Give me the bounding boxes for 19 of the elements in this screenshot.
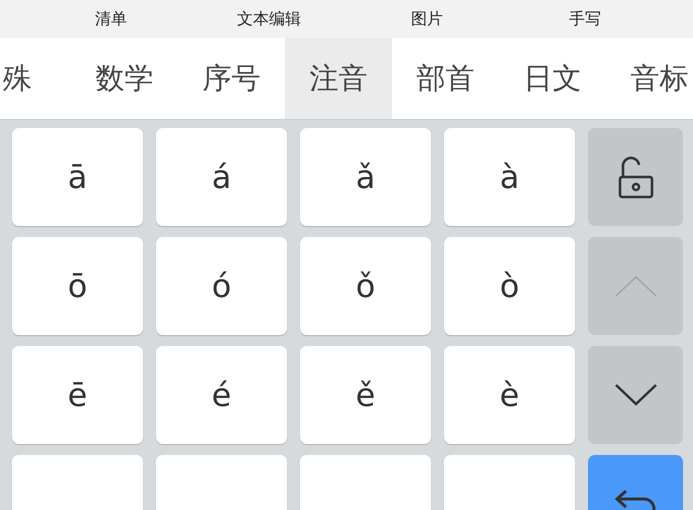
pinyin-key[interactable]: á bbox=[156, 128, 287, 226]
pinyin-key[interactable]: ǎ bbox=[300, 128, 431, 226]
toolbar-button[interactable]: 清单 bbox=[32, 7, 190, 31]
pinyin-key[interactable]: ā bbox=[12, 128, 143, 226]
lock-key[interactable] bbox=[588, 128, 683, 226]
pinyin-key[interactable]: è bbox=[444, 346, 575, 444]
pinyin-key[interactable]: ǒ bbox=[300, 237, 431, 335]
down-key[interactable] bbox=[588, 346, 683, 444]
pinyin-key[interactable]: à bbox=[444, 128, 575, 226]
toolbar-button[interactable]: 手写 bbox=[506, 7, 664, 31]
toolbar-button[interactable]: 文本编辑 bbox=[190, 7, 348, 31]
pinyin-key[interactable]: ě bbox=[300, 346, 431, 444]
pinyin-key[interactable]: ō bbox=[12, 237, 143, 335]
pinyin-key[interactable]: ē bbox=[12, 346, 143, 444]
toolbar-button[interactable]: 图片 bbox=[348, 7, 506, 31]
pinyin-key[interactable]: é bbox=[156, 346, 287, 444]
pinyin-key[interactable]: ò bbox=[444, 237, 575, 335]
category-tab[interactable]: 注音 bbox=[285, 38, 392, 119]
pinyin-key[interactable]: ó bbox=[156, 237, 287, 335]
